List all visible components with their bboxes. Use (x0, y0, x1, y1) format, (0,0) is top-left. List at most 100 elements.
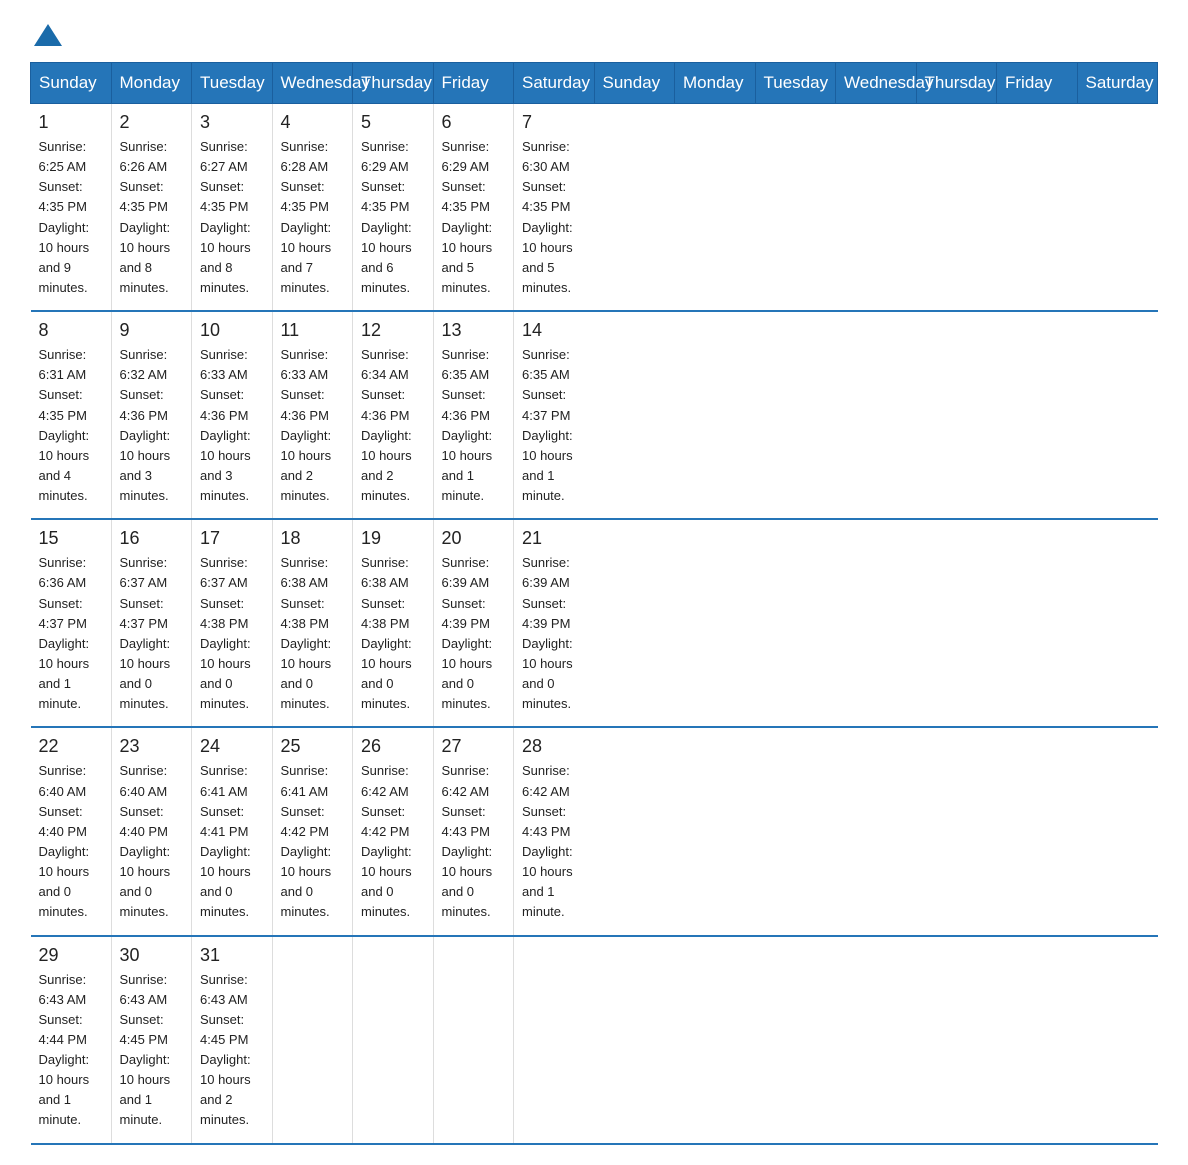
header-thursday: Thursday (916, 63, 997, 104)
day-number: 17 (200, 528, 264, 549)
day-cell: 3 Sunrise: 6:27 AMSunset: 4:35 PMDayligh… (192, 104, 273, 312)
day-number: 9 (120, 320, 184, 341)
day-info: Sunrise: 6:29 AMSunset: 4:35 PMDaylight:… (361, 137, 425, 298)
day-info: Sunrise: 6:39 AMSunset: 4:39 PMDaylight:… (522, 553, 586, 714)
day-cell: 30 Sunrise: 6:43 AMSunset: 4:45 PMDaylig… (111, 936, 192, 1144)
day-cell: 9 Sunrise: 6:32 AMSunset: 4:36 PMDayligh… (111, 311, 192, 519)
day-info: Sunrise: 6:25 AMSunset: 4:35 PMDaylight:… (39, 137, 103, 298)
day-info: Sunrise: 6:37 AMSunset: 4:38 PMDaylight:… (200, 553, 264, 714)
day-number: 27 (442, 736, 506, 757)
day-info: Sunrise: 6:35 AMSunset: 4:36 PMDaylight:… (442, 345, 506, 506)
logo-triangle-icon (34, 24, 62, 46)
day-cell: 15 Sunrise: 6:36 AMSunset: 4:37 PMDaylig… (31, 519, 112, 727)
day-info: Sunrise: 6:43 AMSunset: 4:45 PMDaylight:… (200, 970, 264, 1131)
day-number: 28 (522, 736, 586, 757)
day-cell: 13 Sunrise: 6:35 AMSunset: 4:36 PMDaylig… (433, 311, 514, 519)
day-number: 22 (39, 736, 103, 757)
day-number: 31 (200, 945, 264, 966)
calendar-table: SundayMondayTuesdayWednesdayThursdayFrid… (30, 62, 1158, 1145)
day-info: Sunrise: 6:39 AMSunset: 4:39 PMDaylight:… (442, 553, 506, 714)
day-number: 16 (120, 528, 184, 549)
week-row-3: 15 Sunrise: 6:36 AMSunset: 4:37 PMDaylig… (31, 519, 1158, 727)
day-info: Sunrise: 6:33 AMSunset: 4:36 PMDaylight:… (200, 345, 264, 506)
day-cell: 16 Sunrise: 6:37 AMSunset: 4:37 PMDaylig… (111, 519, 192, 727)
day-number: 7 (522, 112, 586, 133)
week-row-5: 29 Sunrise: 6:43 AMSunset: 4:44 PMDaylig… (31, 936, 1158, 1144)
day-info: Sunrise: 6:27 AMSunset: 4:35 PMDaylight:… (200, 137, 264, 298)
day-cell: 11 Sunrise: 6:33 AMSunset: 4:36 PMDaylig… (272, 311, 353, 519)
day-cell: 7 Sunrise: 6:30 AMSunset: 4:35 PMDayligh… (514, 104, 595, 312)
day-number: 5 (361, 112, 425, 133)
day-cell: 6 Sunrise: 6:29 AMSunset: 4:35 PMDayligh… (433, 104, 514, 312)
day-cell: 23 Sunrise: 6:40 AMSunset: 4:40 PMDaylig… (111, 727, 192, 935)
day-number: 23 (120, 736, 184, 757)
day-info: Sunrise: 6:37 AMSunset: 4:37 PMDaylight:… (120, 553, 184, 714)
day-cell: 4 Sunrise: 6:28 AMSunset: 4:35 PMDayligh… (272, 104, 353, 312)
day-number: 13 (442, 320, 506, 341)
header-friday: Friday (433, 63, 514, 104)
day-cell: 27 Sunrise: 6:42 AMSunset: 4:43 PMDaylig… (433, 727, 514, 935)
day-number: 3 (200, 112, 264, 133)
day-cell (433, 936, 514, 1144)
header-tuesday: Tuesday (192, 63, 273, 104)
day-cell: 12 Sunrise: 6:34 AMSunset: 4:36 PMDaylig… (353, 311, 434, 519)
day-cell: 24 Sunrise: 6:41 AMSunset: 4:41 PMDaylig… (192, 727, 273, 935)
day-number: 6 (442, 112, 506, 133)
day-info: Sunrise: 6:43 AMSunset: 4:45 PMDaylight:… (120, 970, 184, 1131)
day-info: Sunrise: 6:34 AMSunset: 4:36 PMDaylight:… (361, 345, 425, 506)
day-info: Sunrise: 6:42 AMSunset: 4:43 PMDaylight:… (442, 761, 506, 922)
logo (30, 20, 62, 42)
week-row-2: 8 Sunrise: 6:31 AMSunset: 4:35 PMDayligh… (31, 311, 1158, 519)
day-info: Sunrise: 6:40 AMSunset: 4:40 PMDaylight:… (39, 761, 103, 922)
day-number: 1 (39, 112, 103, 133)
day-number: 25 (281, 736, 345, 757)
day-cell (353, 936, 434, 1144)
day-number: 24 (200, 736, 264, 757)
day-number: 29 (39, 945, 103, 966)
header-sunday: Sunday (594, 63, 675, 104)
day-number: 2 (120, 112, 184, 133)
day-cell: 14 Sunrise: 6:35 AMSunset: 4:37 PMDaylig… (514, 311, 595, 519)
header-saturday: Saturday (514, 63, 595, 104)
day-info: Sunrise: 6:42 AMSunset: 4:43 PMDaylight:… (522, 761, 586, 922)
day-number: 8 (39, 320, 103, 341)
header-wednesday: Wednesday (272, 63, 353, 104)
day-number: 26 (361, 736, 425, 757)
day-info: Sunrise: 6:28 AMSunset: 4:35 PMDaylight:… (281, 137, 345, 298)
day-info: Sunrise: 6:29 AMSunset: 4:35 PMDaylight:… (442, 137, 506, 298)
day-cell (272, 936, 353, 1144)
day-number: 18 (281, 528, 345, 549)
day-number: 10 (200, 320, 264, 341)
day-info: Sunrise: 6:26 AMSunset: 4:35 PMDaylight:… (120, 137, 184, 298)
day-info: Sunrise: 6:41 AMSunset: 4:41 PMDaylight:… (200, 761, 264, 922)
day-info: Sunrise: 6:41 AMSunset: 4:42 PMDaylight:… (281, 761, 345, 922)
day-info: Sunrise: 6:33 AMSunset: 4:36 PMDaylight:… (281, 345, 345, 506)
header-tuesday: Tuesday (755, 63, 836, 104)
calendar-header-row: SundayMondayTuesdayWednesdayThursdayFrid… (31, 63, 1158, 104)
day-cell: 5 Sunrise: 6:29 AMSunset: 4:35 PMDayligh… (353, 104, 434, 312)
day-cell: 20 Sunrise: 6:39 AMSunset: 4:39 PMDaylig… (433, 519, 514, 727)
day-cell: 18 Sunrise: 6:38 AMSunset: 4:38 PMDaylig… (272, 519, 353, 727)
day-info: Sunrise: 6:42 AMSunset: 4:42 PMDaylight:… (361, 761, 425, 922)
day-info: Sunrise: 6:30 AMSunset: 4:35 PMDaylight:… (522, 137, 586, 298)
day-info: Sunrise: 6:43 AMSunset: 4:44 PMDaylight:… (39, 970, 103, 1131)
day-info: Sunrise: 6:38 AMSunset: 4:38 PMDaylight:… (281, 553, 345, 714)
day-info: Sunrise: 6:38 AMSunset: 4:38 PMDaylight:… (361, 553, 425, 714)
day-info: Sunrise: 6:40 AMSunset: 4:40 PMDaylight:… (120, 761, 184, 922)
day-cell: 17 Sunrise: 6:37 AMSunset: 4:38 PMDaylig… (192, 519, 273, 727)
day-cell: 10 Sunrise: 6:33 AMSunset: 4:36 PMDaylig… (192, 311, 273, 519)
day-cell: 22 Sunrise: 6:40 AMSunset: 4:40 PMDaylig… (31, 727, 112, 935)
page-header (30, 20, 1158, 42)
week-row-4: 22 Sunrise: 6:40 AMSunset: 4:40 PMDaylig… (31, 727, 1158, 935)
header-saturday: Saturday (1077, 63, 1158, 104)
day-number: 19 (361, 528, 425, 549)
day-cell: 1 Sunrise: 6:25 AMSunset: 4:35 PMDayligh… (31, 104, 112, 312)
day-cell: 29 Sunrise: 6:43 AMSunset: 4:44 PMDaylig… (31, 936, 112, 1144)
day-cell: 28 Sunrise: 6:42 AMSunset: 4:43 PMDaylig… (514, 727, 595, 935)
header-sunday: Sunday (31, 63, 112, 104)
day-number: 14 (522, 320, 586, 341)
day-number: 30 (120, 945, 184, 966)
day-cell: 31 Sunrise: 6:43 AMSunset: 4:45 PMDaylig… (192, 936, 273, 1144)
day-number: 21 (522, 528, 586, 549)
day-info: Sunrise: 6:32 AMSunset: 4:36 PMDaylight:… (120, 345, 184, 506)
